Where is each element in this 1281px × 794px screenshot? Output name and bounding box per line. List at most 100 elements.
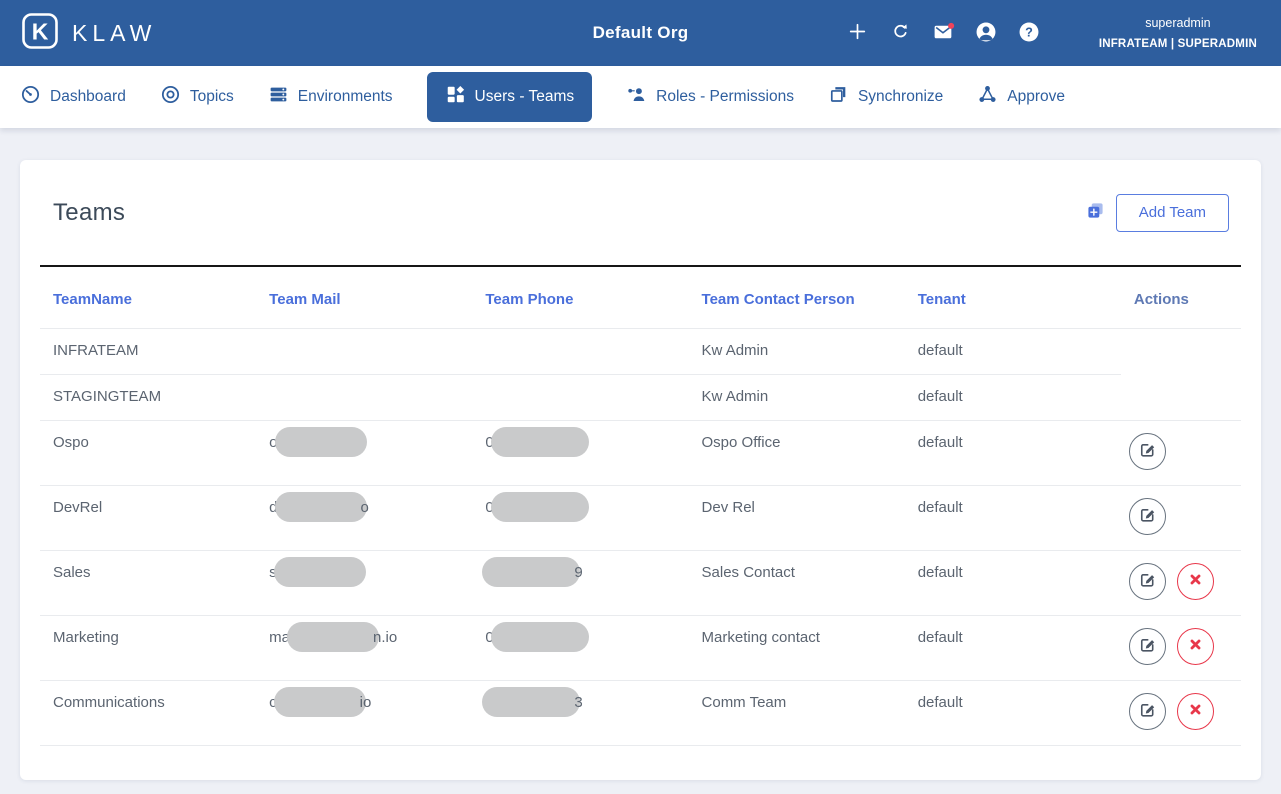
main-content: Teams Add Team TeamName Team Mail Team P… <box>0 128 1281 794</box>
tab-users-teams[interactable]: Users - Teams <box>426 72 593 122</box>
teams-table: TeamName Team Mail Team Phone Team Conta… <box>40 265 1241 746</box>
mail-suffix: n.io <box>373 628 398 646</box>
team-name-cell: Marketing <box>40 615 257 681</box>
refresh-icon <box>890 21 911 45</box>
tenant-cell: default <box>904 485 1121 551</box>
col-header-teamname[interactable]: TeamName <box>40 266 257 329</box>
col-header-actions: Actions <box>1120 266 1241 329</box>
library-add-icon[interactable] <box>1087 202 1104 224</box>
primary-nav: Dashboard Topics Environments Users - Te… <box>0 66 1281 128</box>
delete-team-button[interactable] <box>1177 692 1215 730</box>
team-mail-cell: do <box>256 485 473 551</box>
table-row: DevRel do 0 Dev Rel default <box>40 484 1241 551</box>
tab-synchronize[interactable]: Synchronize <box>828 72 943 122</box>
team-name-cell: INFRATEAM <box>40 328 257 375</box>
redacted-mail-pill <box>273 686 366 717</box>
tab-label: Topics <box>189 88 234 105</box>
delete-x-icon <box>1189 638 1202 654</box>
actions-cell <box>1120 679 1241 746</box>
team-phone-cell <box>472 374 689 421</box>
tab-label: Synchronize <box>857 88 944 105</box>
help-icon: ? <box>1018 21 1040 46</box>
edit-icon <box>1139 441 1156 461</box>
edit-team-button[interactable] <box>1128 692 1166 730</box>
tenant-cell: default <box>904 420 1121 486</box>
delete-team-button[interactable] <box>1177 562 1215 600</box>
tab-label: Environments <box>297 88 393 105</box>
team-mail-cell <box>256 374 473 421</box>
col-header-tenant[interactable]: Tenant <box>904 266 1121 329</box>
actions-cell <box>1120 419 1241 486</box>
username: superadmin <box>1145 16 1211 30</box>
tab-dashboard[interactable]: Dashboard <box>20 72 126 122</box>
tab-roles-permissions[interactable]: Roles - Permissions <box>626 72 794 122</box>
edit-team-button[interactable] <box>1128 497 1166 535</box>
col-header-team-mail[interactable]: Team Mail <box>256 266 473 329</box>
mail-suffix: io <box>359 693 372 711</box>
edit-team-button[interactable] <box>1128 562 1166 600</box>
contact-person-cell: Comm Team <box>688 680 905 746</box>
edit-icon <box>1139 636 1156 656</box>
redacted-phone-pill <box>490 621 589 652</box>
contact-person-cell: Kw Admin <box>688 328 905 375</box>
add-button[interactable] <box>836 13 879 53</box>
team-mail-cell <box>256 328 473 375</box>
team-name-cell: STAGINGTEAM <box>40 374 257 421</box>
tab-label: Approve <box>1007 88 1065 105</box>
table-row: Ospo o 0 Ospo Office default <box>40 419 1241 486</box>
topics-icon <box>160 84 181 110</box>
refresh-button[interactable] <box>879 13 922 53</box>
app-logo[interactable]: K KLAW <box>20 11 156 56</box>
tenant-cell: default <box>904 328 1121 375</box>
edit-team-button[interactable] <box>1128 432 1166 470</box>
dashboard-icon <box>20 84 41 110</box>
col-header-contact-person[interactable]: Team Contact Person <box>688 266 905 329</box>
help-button[interactable]: ? <box>1008 13 1051 53</box>
environments-icon <box>268 84 289 110</box>
contact-person-cell: Kw Admin <box>688 374 905 421</box>
delete-team-button[interactable] <box>1177 627 1215 665</box>
user-role: INFRATEAM | SUPERADMIN <box>1098 38 1257 50</box>
team-mail-cell: c io <box>256 680 473 746</box>
tab-label: Users - Teams <box>474 88 575 105</box>
edit-team-button[interactable] <box>1128 627 1166 665</box>
edit-icon <box>1139 506 1156 526</box>
actions-cell <box>1120 614 1241 681</box>
roles-permissions-icon <box>626 84 647 110</box>
svg-text:?: ? <box>1025 25 1033 39</box>
account-button[interactable] <box>965 13 1008 53</box>
team-phone-cell: 9 <box>472 550 689 616</box>
teams-table-body: INFRATEAM Kw Admin default STAGINGTEAM K… <box>40 328 1241 746</box>
app-header: K KLAW Default Org ? superadmin INFRATEA… <box>0 0 1281 66</box>
actions-cell <box>1120 549 1241 616</box>
redacted-phone-pill <box>482 686 581 717</box>
contact-person-cell: Marketing contact <box>688 615 905 681</box>
redacted-phone-pill <box>482 556 581 587</box>
redacted-phone-pill <box>490 491 589 522</box>
klaw-logo-icon: K <box>20 11 60 56</box>
page-title: Teams <box>53 198 126 226</box>
plus-icon <box>847 21 868 45</box>
tenant-cell: default <box>904 550 1121 616</box>
team-name-cell: Ospo <box>40 420 257 486</box>
team-name-cell: Sales <box>40 550 257 616</box>
add-team-button[interactable]: Add Team <box>1115 193 1229 232</box>
tenant-cell: default <box>904 615 1121 681</box>
tenant-cell: default <box>904 680 1121 746</box>
actions-cell <box>1120 484 1241 551</box>
team-mail-cell: o <box>256 420 473 486</box>
delete-x-icon <box>1189 703 1202 719</box>
team-mail-cell: ma n.io <box>256 615 473 681</box>
contact-person-cell: Dev Rel <box>688 485 905 551</box>
phone-suffix: 3 <box>574 693 583 711</box>
team-phone-cell <box>472 328 689 375</box>
notifications-button[interactable] <box>922 13 965 53</box>
svg-text:K: K <box>32 18 49 44</box>
team-mail-cell: s <box>256 550 473 616</box>
col-header-team-phone[interactable]: Team Phone <box>472 266 689 329</box>
approve-icon <box>977 84 998 110</box>
tab-environments[interactable]: Environments <box>268 72 393 122</box>
redacted-mail-pill <box>287 621 380 652</box>
tab-topics[interactable]: Topics <box>160 72 234 122</box>
tab-approve[interactable]: Approve <box>977 72 1065 122</box>
